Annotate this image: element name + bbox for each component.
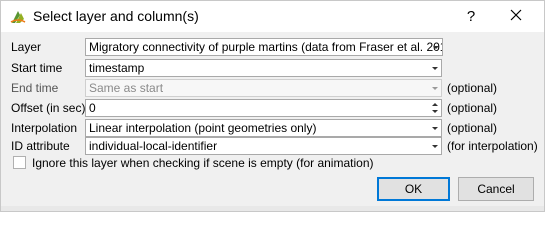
bottom-edge (1, 206, 544, 211)
id-attribute-note: (for interpolation) (447, 139, 538, 153)
start-time-label: Start time (11, 61, 63, 75)
offset-value: 0 (89, 101, 96, 115)
start-time-combobox[interactable]: timestamp (85, 59, 442, 77)
close-button[interactable] (501, 4, 531, 28)
chevron-down-icon (429, 120, 441, 136)
end-time-value: Same as start (89, 81, 164, 95)
interpolation-combobox[interactable]: Linear interpolation (point geometries o… (85, 119, 442, 137)
chevron-down-icon (429, 80, 441, 96)
id-attribute-combobox[interactable]: individual-local-identifier (85, 137, 442, 155)
help-button[interactable]: ? (459, 6, 483, 28)
offset-spinbox[interactable]: 0 (85, 99, 442, 117)
id-attribute-value: individual-local-identifier (89, 139, 218, 153)
select-layer-dialog: Select layer and column(s) ? Layer Migra… (0, 0, 545, 212)
interpolation-optional-note: (optional) (447, 121, 498, 135)
title-bar: Select layer and column(s) ? (1, 1, 544, 32)
interpolation-label: Interpolation (11, 121, 78, 135)
interpolation-value: Linear interpolation (point geometries o… (89, 121, 317, 135)
end-time-label: End time (11, 81, 59, 95)
ignore-layer-checkbox[interactable] (13, 156, 26, 169)
layer-label: Layer (11, 40, 42, 54)
end-time-combobox[interactable]: Same as start (85, 79, 442, 97)
spin-down-icon[interactable] (431, 108, 439, 116)
layer-value: Migratory connectivity of purple martins… (89, 40, 443, 54)
offset-label: Offset (in sec) (11, 101, 86, 115)
dialog-title: Select layer and column(s) (33, 8, 199, 24)
ok-button[interactable]: OK (377, 177, 450, 201)
cancel-button[interactable]: Cancel (458, 177, 534, 201)
layer-combobox[interactable]: Migratory connectivity of purple martins… (85, 38, 443, 56)
ignore-layer-checkbox-label[interactable]: Ignore this layer when checking if scene… (32, 154, 374, 172)
qgis-logo-icon (9, 8, 27, 26)
chevron-down-icon (429, 60, 441, 76)
end-time-optional-note: (optional) (447, 81, 498, 95)
offset-optional-note: (optional) (447, 101, 498, 115)
start-time-value: timestamp (89, 61, 145, 75)
close-icon (510, 9, 522, 21)
chevron-down-icon (430, 39, 442, 55)
id-attribute-label: ID attribute (11, 139, 70, 153)
chevron-down-icon (429, 138, 441, 154)
